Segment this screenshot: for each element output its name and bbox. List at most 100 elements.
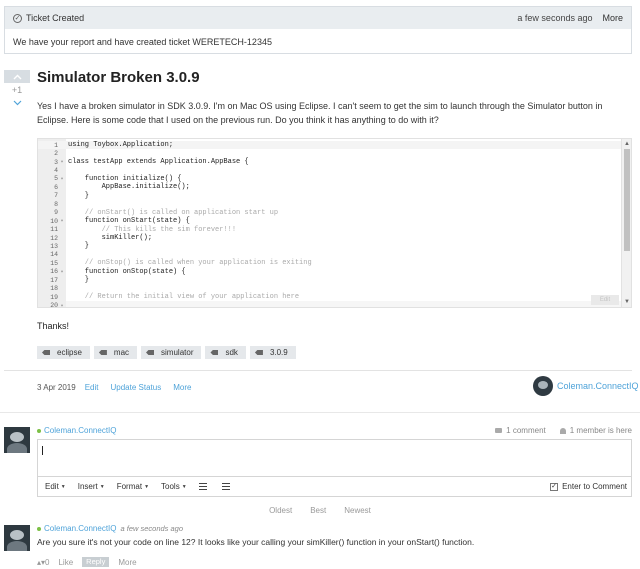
tag-label: simulator bbox=[161, 348, 194, 357]
tag-label: sdk bbox=[225, 348, 238, 357]
code-line: 7 } bbox=[38, 192, 621, 200]
reply-more-button[interactable]: More bbox=[118, 558, 136, 567]
edit-menu-button[interactable]: Edit ▼ bbox=[45, 482, 66, 491]
reply-button[interactable]: Reply bbox=[82, 557, 110, 567]
line-number: 8 bbox=[54, 200, 58, 208]
upvote-button[interactable] bbox=[4, 70, 30, 83]
reply-vote[interactable]: ▴▾0 bbox=[37, 558, 49, 567]
code-line: 14 bbox=[38, 251, 621, 259]
vote-count: +1 bbox=[11, 85, 23, 95]
update-status-link[interactable]: Update Status bbox=[111, 383, 162, 392]
code-text: // This kills the sim forever!!! bbox=[68, 225, 237, 234]
code-text: function initialize() { bbox=[68, 174, 182, 183]
enter-to-comment-toggle[interactable]: ✓ Enter to Comment bbox=[550, 482, 627, 491]
code-horizontal-scrollbar[interactable] bbox=[66, 301, 621, 307]
code-line: 17 } bbox=[38, 276, 621, 284]
line-number: 9 bbox=[54, 209, 58, 217]
notification-title: Ticket Created bbox=[26, 13, 85, 23]
bulleted-list-icon[interactable] bbox=[198, 483, 207, 490]
tag-item[interactable]: eclipse bbox=[37, 346, 90, 359]
checkbox-checked-icon[interactable]: ✓ bbox=[550, 482, 559, 491]
line-number: 13 bbox=[50, 242, 58, 250]
code-edit-button[interactable]: Edit bbox=[591, 295, 619, 305]
edit-link[interactable]: Edit bbox=[85, 383, 99, 392]
code-vertical-scrollbar[interactable]: ▲ ▼ bbox=[621, 139, 631, 307]
fold-arrow-icon[interactable]: ▾ bbox=[58, 303, 66, 307]
vote-arrows-icon[interactable]: ▴▾ bbox=[37, 558, 45, 567]
edit-menu-label: Edit bbox=[45, 482, 59, 491]
tag-item[interactable]: mac bbox=[93, 346, 138, 359]
member-count: 1 member is here bbox=[559, 426, 632, 435]
composer-header: Coleman.ConnectIQ 1 comment 1 member is … bbox=[37, 426, 632, 435]
line-number: 7 bbox=[54, 192, 58, 200]
author-name[interactable]: Coleman.ConnectIQ bbox=[557, 381, 639, 391]
fold-arrow-icon[interactable]: ▾ bbox=[58, 269, 66, 275]
notification-more-button[interactable]: More bbox=[602, 13, 623, 23]
code-text: // onStart() is called on application st… bbox=[68, 208, 279, 217]
reply-user-name[interactable]: Coleman.ConnectIQ bbox=[44, 524, 116, 533]
reply-header: Coleman.ConnectIQ a few seconds ago bbox=[37, 524, 183, 533]
user-icon bbox=[559, 427, 566, 434]
code-line: 16 ▾ function onStop(state) { bbox=[38, 268, 621, 276]
line-number: 15 bbox=[50, 259, 58, 267]
code-line: 4 bbox=[38, 166, 621, 174]
tag-label: 3.0.9 bbox=[269, 348, 288, 357]
tag-item[interactable]: simulator bbox=[141, 346, 202, 359]
tag-list: eclipse mac simulator sdk 3.0.9 bbox=[37, 346, 300, 359]
code-line: 11 // This kills the sim forever!!! bbox=[38, 225, 621, 234]
code-line: 2 bbox=[38, 149, 621, 157]
comment-sort: Oldest Best Newest bbox=[0, 506, 640, 515]
avatar bbox=[4, 427, 30, 453]
code-block[interactable]: 1 using Toybox.Application; 2 3 ▾ class testA… bbox=[37, 138, 632, 308]
code-line: 9 // onStart() is called on application … bbox=[38, 209, 621, 217]
format-menu-button[interactable]: Format ▼ bbox=[117, 482, 149, 491]
scroll-down-arrow-icon[interactable]: ▼ bbox=[624, 299, 630, 305]
numbered-list-icon[interactable] bbox=[221, 483, 230, 490]
caret-down-icon: ▼ bbox=[99, 483, 105, 490]
insert-menu-button[interactable]: Insert ▼ bbox=[78, 482, 105, 491]
question-author[interactable]: Coleman.ConnectIQ bbox=[533, 376, 639, 396]
insert-menu-label: Insert bbox=[77, 482, 98, 491]
reply-actions: ▴▾0 Like Reply More bbox=[37, 557, 146, 567]
enter-to-comment-label: Enter to Comment bbox=[562, 482, 627, 491]
line-number: 16 bbox=[50, 268, 58, 276]
scroll-up-arrow-icon[interactable]: ▲ bbox=[624, 141, 630, 147]
code-text: // Return the initial view of your appli… bbox=[68, 293, 300, 302]
code-text: } bbox=[68, 191, 90, 200]
sort-best[interactable]: Best bbox=[310, 506, 326, 515]
code-line: 6 AppBase.initialize(); bbox=[38, 183, 621, 191]
tag-icon bbox=[254, 350, 263, 355]
line-number: 6 bbox=[54, 183, 58, 191]
online-status-icon bbox=[37, 526, 41, 531]
comment-input[interactable] bbox=[37, 439, 632, 477]
fold-arrow-icon[interactable]: ▾ bbox=[58, 176, 66, 182]
like-button[interactable]: Like bbox=[58, 558, 73, 567]
comment-count: 1 comment bbox=[495, 426, 546, 435]
downvote-button[interactable] bbox=[4, 97, 30, 109]
divider bbox=[0, 412, 640, 413]
fold-arrow-icon[interactable]: ▾ bbox=[58, 218, 66, 224]
scrollbar-thumb[interactable] bbox=[624, 149, 630, 251]
tools-menu-button[interactable]: Tools ▼ bbox=[161, 482, 187, 491]
avatar bbox=[4, 525, 30, 551]
caret-down-icon: ▼ bbox=[144, 483, 150, 490]
composer-user-name[interactable]: Coleman.ConnectIQ bbox=[44, 426, 116, 435]
sort-oldest[interactable]: Oldest bbox=[269, 506, 292, 515]
tag-item[interactable]: 3.0.9 bbox=[249, 346, 296, 359]
fold-arrow-icon[interactable]: ▾ bbox=[58, 159, 66, 165]
format-menu-label: Format bbox=[116, 482, 143, 491]
line-number: 17 bbox=[50, 276, 58, 284]
code-text: simKiller(); bbox=[68, 234, 153, 243]
tag-item[interactable]: sdk bbox=[205, 346, 246, 359]
line-number: 10 bbox=[50, 217, 58, 225]
sort-newest[interactable]: Newest bbox=[344, 506, 371, 515]
code-text: // onStop() is called when your applicat… bbox=[68, 259, 312, 268]
code-line: 1 using Toybox.Application; bbox=[38, 141, 621, 150]
line-number: 1 bbox=[54, 141, 58, 149]
code-text: function onStart(state) { bbox=[68, 217, 190, 226]
more-link[interactable]: More bbox=[173, 383, 191, 392]
notification-time: a few seconds ago bbox=[517, 13, 593, 23]
reply-body: Are you sure it's not your code on line … bbox=[37, 537, 475, 547]
code-lines: 1 using Toybox.Application; 2 3 ▾ class testA… bbox=[38, 141, 621, 307]
question-meta: 3 Apr 2019 Edit Update Status More bbox=[37, 383, 203, 392]
